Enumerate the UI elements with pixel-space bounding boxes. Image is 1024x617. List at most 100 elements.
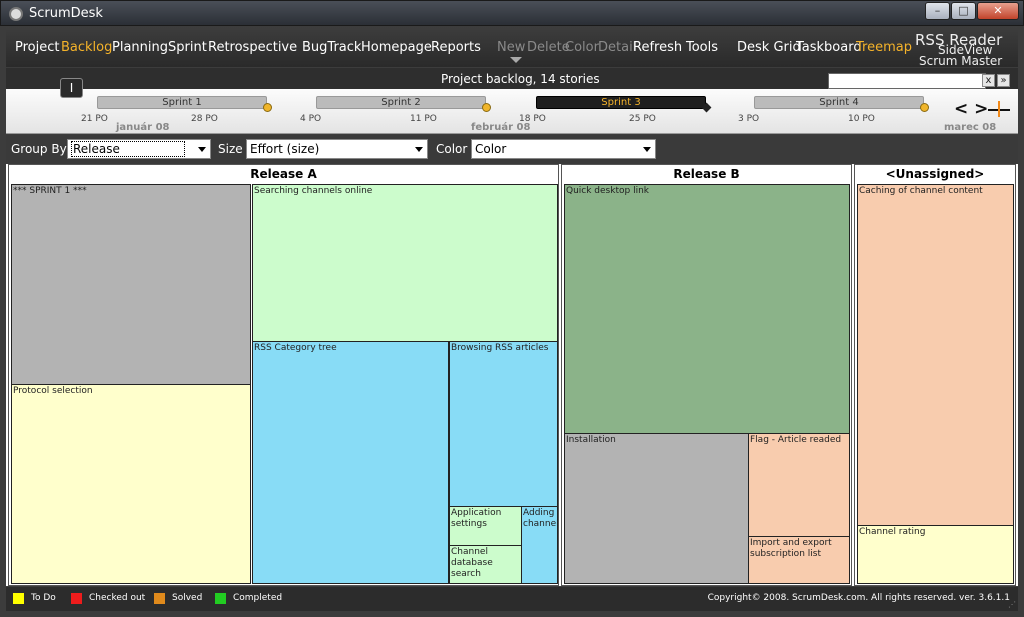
- legend-swatch-checked-out: [71, 593, 82, 604]
- color-label: Color: [436, 142, 468, 156]
- copyright-text: Copyright© 2008. ScrumDesk.com. All righ…: [707, 593, 1010, 603]
- new-dropdown-arrow-icon[interactable]: [510, 57, 522, 63]
- story-name: Channel rating: [859, 527, 926, 537]
- group-by-select[interactable]: Release: [67, 139, 211, 159]
- story-name: RSS Category tree: [254, 343, 337, 353]
- legend-label-completed: Completed: [233, 593, 283, 603]
- backlog-header: Project backlog, 14 stories x »: [6, 68, 1018, 89]
- app-icon: [9, 7, 23, 21]
- sprint-2-end-marker[interactable]: [482, 103, 491, 112]
- release-group: <Unassigned> Caching of channel content …: [854, 164, 1016, 586]
- sprint-4-end-marker[interactable]: [920, 103, 929, 112]
- minimize-button[interactable]: –: [925, 2, 950, 20]
- sprint-bar-4[interactable]: Sprint 4: [754, 96, 924, 109]
- sprint-bar-2[interactable]: Sprint 2: [316, 96, 486, 109]
- story-tile[interactable]: Quick desktop link: [564, 184, 850, 434]
- menu-project[interactable]: Project: [15, 40, 59, 55]
- story-tile[interactable]: Caching of channel content: [857, 184, 1014, 526]
- menu-taskboard[interactable]: Taskboard: [796, 40, 862, 55]
- menu-refresh[interactable]: Refresh: [633, 40, 682, 55]
- story-tile[interactable]: Import and export subscription list: [748, 536, 850, 584]
- timeline-tick: 10 PO: [848, 114, 875, 124]
- story-name: Flag - Article readed: [750, 435, 842, 445]
- timeline-tick: 25 PO: [629, 114, 656, 124]
- menu-sprint[interactable]: Sprint: [168, 40, 207, 55]
- color-select[interactable]: Color: [471, 139, 656, 159]
- sprint-1-end-marker[interactable]: [263, 103, 272, 112]
- expand-search-button[interactable]: »: [997, 74, 1010, 87]
- title-bar: ScrumDesk – □ ✕: [0, 0, 1024, 26]
- backlog-summary: Project backlog, 14 stories: [441, 72, 600, 86]
- size-value: Effort (size): [250, 142, 320, 156]
- story-name: Browsing RSS articles: [451, 343, 549, 353]
- story-tile[interactable]: Channel rating: [857, 525, 1014, 584]
- window-title: ScrumDesk: [29, 6, 103, 21]
- story-tile[interactable]: Searching channels online: [252, 184, 558, 342]
- chevron-down-icon: [198, 147, 206, 152]
- story-name: Adding channel: [523, 508, 558, 529]
- story-name: Import and export subscription list: [750, 538, 832, 559]
- sprint-bar-3[interactable]: Sprint 3: [536, 96, 706, 109]
- timeline-month: február 08: [471, 122, 531, 133]
- release-group: Release B Quick desktop link Installatio…: [561, 164, 852, 586]
- backlog-treemap: Release A *** SPRINT 1 *** Protocol sele…: [6, 164, 1018, 586]
- treemap-toolbar: Group By Release Size Effort (size) Colo…: [6, 135, 1018, 164]
- sprint-3-end-marker[interactable]: [701, 102, 712, 113]
- group-by-label: Group By: [11, 142, 67, 156]
- legend-swatch-completed: [215, 593, 226, 604]
- story-name: Installation: [566, 435, 616, 445]
- menu-new[interactable]: New: [497, 40, 525, 55]
- story-tile[interactable]: Adding channel: [521, 506, 558, 584]
- timeline-zoom-handle[interactable]: [998, 101, 1000, 117]
- group-by-value: Release: [71, 141, 185, 157]
- menu-delete[interactable]: Delete: [527, 40, 570, 55]
- close-button[interactable]: ✕: [977, 2, 1019, 20]
- story-name: Searching channels online: [254, 186, 373, 196]
- legend-label-checked-out: Checked out: [89, 593, 146, 603]
- timeline-tick: 11 PO: [410, 114, 437, 124]
- info-button[interactable]: I: [60, 78, 83, 98]
- story-tile[interactable]: Protocol selection: [11, 384, 251, 584]
- timeline-scroll-arrows-icon[interactable]: < >: [954, 99, 988, 119]
- story-name: *** SPRINT 1 ***: [13, 186, 87, 196]
- menu-planning[interactable]: Planning: [112, 40, 168, 55]
- story-tile[interactable]: Application settings: [449, 506, 522, 546]
- color-value: Color: [475, 142, 507, 156]
- menu-treemap[interactable]: Treemap: [856, 40, 912, 55]
- size-select[interactable]: Effort (size): [246, 139, 428, 159]
- project-role-label: Scrum Master: [919, 54, 1003, 68]
- story-tile[interactable]: Channel database search: [449, 545, 522, 584]
- release-title: Release B: [673, 167, 740, 181]
- menu-desk-grid[interactable]: Desk Grid: [737, 40, 801, 55]
- release-group: Release A *** SPRINT 1 *** Protocol sele…: [8, 164, 559, 586]
- story-tile[interactable]: *** SPRINT 1 ***: [11, 184, 251, 385]
- timeline-tick: 28 PO: [191, 114, 218, 124]
- chevron-down-icon: [643, 147, 651, 152]
- menu-tools[interactable]: Tools: [686, 40, 718, 55]
- sprint-bar-1[interactable]: Sprint 1: [97, 96, 267, 109]
- story-name: Caching of channel content: [859, 186, 983, 196]
- story-tile[interactable]: Browsing RSS articles: [449, 341, 558, 507]
- menu-retrospective[interactable]: Retrospective: [208, 40, 297, 55]
- maximize-button[interactable]: □: [951, 2, 976, 20]
- menu-reports[interactable]: Reports: [431, 40, 481, 55]
- menu-color[interactable]: Color: [565, 40, 599, 55]
- menu-bugtrack[interactable]: BugTrack: [302, 40, 361, 55]
- search-input[interactable]: [828, 73, 986, 89]
- release-title: <Unassigned>: [885, 167, 985, 181]
- story-tile[interactable]: Flag - Article readed: [748, 433, 850, 537]
- legend-swatch-todo: [13, 593, 24, 604]
- story-name: Quick desktop link: [566, 186, 649, 196]
- timeline-tick: 3 PO: [738, 114, 760, 124]
- story-name: Protocol selection: [13, 386, 93, 396]
- story-tile[interactable]: RSS Category tree: [252, 341, 449, 584]
- legend-swatch-solved: [154, 593, 165, 604]
- menu-detail[interactable]: Detail: [598, 40, 636, 55]
- story-tile[interactable]: Installation: [564, 433, 749, 584]
- size-label: Size: [218, 142, 243, 156]
- legend-label-todo: To Do: [31, 593, 56, 603]
- menu-backlog[interactable]: Backlog: [61, 40, 112, 55]
- menu-homepage[interactable]: Homepage: [361, 40, 432, 55]
- clear-search-button[interactable]: x: [982, 74, 995, 87]
- resize-grip-icon[interactable]: ⋰: [1008, 600, 1016, 609]
